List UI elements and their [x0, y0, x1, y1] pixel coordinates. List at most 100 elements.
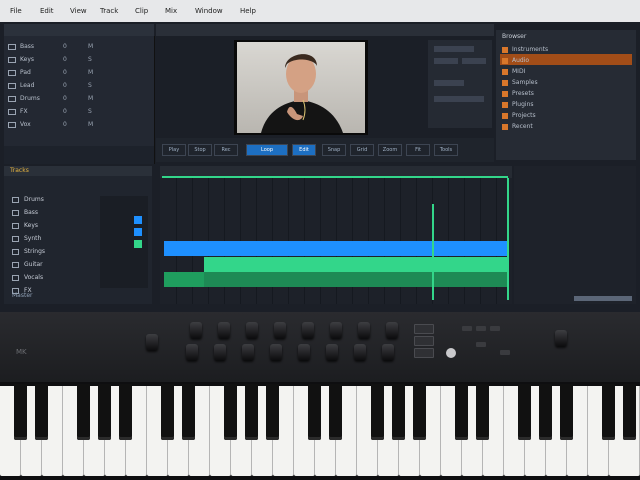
fader-cap[interactable]	[298, 344, 310, 360]
clip-green-track[interactable]	[204, 257, 508, 272]
menu-help[interactable]: Help	[240, 6, 256, 16]
black-key[interactable]	[77, 384, 90, 440]
black-key[interactable]	[371, 384, 384, 440]
track-header[interactable]: Synth	[12, 233, 102, 245]
transport-button[interactable]	[414, 336, 434, 346]
black-key[interactable]	[98, 384, 111, 440]
track-header[interactable]: Guitar	[12, 259, 102, 271]
black-key[interactable]	[455, 384, 468, 440]
small-button[interactable]	[500, 350, 510, 355]
fader-cap[interactable]	[242, 344, 254, 360]
black-key[interactable]	[518, 384, 531, 440]
inspector-row[interactable]: Keys 0 S	[8, 55, 148, 65]
black-key[interactable]	[560, 384, 573, 440]
inspector-row[interactable]: Pad 0 M	[8, 68, 148, 78]
browser-item-selected[interactable]: Audio	[500, 55, 630, 66]
menu-mix[interactable]: Mix	[165, 6, 177, 16]
black-key[interactable]	[161, 384, 174, 440]
track-header[interactable]: Strings	[12, 246, 102, 258]
black-key[interactable]	[308, 384, 321, 440]
black-key[interactable]	[224, 384, 237, 440]
stop-button[interactable]: Stop	[188, 144, 212, 156]
inspector-row[interactable]: Drums 0 M	[8, 94, 148, 104]
track-icon	[8, 83, 16, 89]
black-key[interactable]	[119, 384, 132, 440]
browser-item[interactable]: Recent	[500, 121, 630, 132]
fit-button[interactable]: Fit	[406, 144, 430, 156]
grid-button[interactable]: Grid	[350, 144, 374, 156]
zoom-button[interactable]: Zoom	[378, 144, 402, 156]
small-button[interactable]	[490, 326, 500, 331]
fader-cap[interactable]	[354, 344, 366, 360]
playhead[interactable]	[432, 204, 434, 300]
black-key[interactable]	[14, 384, 27, 440]
small-button[interactable]	[476, 326, 486, 331]
rotary-knob[interactable]	[274, 322, 286, 338]
track-header[interactable]: Keys	[12, 220, 102, 232]
clip-darkgreen-track[interactable]	[164, 272, 508, 287]
black-key[interactable]	[329, 384, 342, 440]
browser-item[interactable]: Samples	[500, 77, 630, 88]
loop-button[interactable]: Loop	[246, 144, 288, 156]
timeline-ruler[interactable]	[160, 166, 512, 178]
menu-window[interactable]: Window	[195, 6, 223, 16]
play-button[interactable]: Play	[162, 144, 186, 156]
loop-range[interactable]	[162, 176, 508, 178]
transport-button[interactable]	[414, 324, 434, 334]
black-key[interactable]	[476, 384, 489, 440]
fader-cap[interactable]	[214, 344, 226, 360]
fader-cap[interactable]	[186, 344, 198, 360]
black-key[interactable]	[266, 384, 279, 440]
inspector-row[interactable]: Vox 0 M	[8, 120, 148, 130]
menu-edit[interactable]: Edit	[40, 6, 54, 16]
clip-darkgreen-start[interactable]	[164, 272, 204, 287]
fader-cap[interactable]	[270, 344, 282, 360]
browser-item[interactable]: MIDI	[500, 66, 630, 77]
black-key[interactable]	[623, 384, 636, 440]
rotary-knob[interactable]	[358, 322, 370, 338]
black-key[interactable]	[35, 384, 48, 440]
inspector-row[interactable]: Bass 0 M	[8, 42, 148, 52]
menu-file[interactable]: File	[10, 6, 22, 16]
folder-icon	[502, 102, 508, 108]
small-button[interactable]	[462, 326, 472, 331]
pitch-knob[interactable]	[146, 334, 158, 350]
browser-item[interactable]: Presets	[500, 88, 630, 99]
encoder-knob[interactable]	[555, 330, 567, 346]
snap-button[interactable]: Snap	[322, 144, 346, 156]
black-key[interactable]	[602, 384, 615, 440]
round-button[interactable]	[446, 348, 456, 358]
tools-button[interactable]: Tools	[434, 144, 458, 156]
transport-button[interactable]	[414, 348, 434, 358]
black-key[interactable]	[182, 384, 195, 440]
rotary-knob[interactable]	[246, 322, 258, 338]
rotary-knob[interactable]	[218, 322, 230, 338]
track-header[interactable]: Bass	[12, 207, 102, 219]
inspector-row[interactable]: FX 0 S	[8, 107, 148, 117]
loop-end-marker[interactable]	[507, 178, 509, 300]
black-key[interactable]	[245, 384, 258, 440]
track-header[interactable]: Drums	[12, 194, 102, 206]
edit-button[interactable]: Edit	[292, 144, 316, 156]
small-button[interactable]	[476, 342, 486, 347]
black-key[interactable]	[392, 384, 405, 440]
fader-cap[interactable]	[382, 344, 394, 360]
record-button[interactable]: Rec	[214, 144, 238, 156]
menu-view[interactable]: View	[70, 6, 87, 16]
browser-item[interactable]: Projects	[500, 110, 630, 121]
rotary-knob[interactable]	[386, 322, 398, 338]
rotary-knob[interactable]	[190, 322, 202, 338]
inspector-row[interactable]: Lead 0 S	[8, 81, 148, 91]
browser-item[interactable]: Instruments	[500, 44, 630, 55]
mixer-strip-column[interactable]	[100, 196, 148, 288]
track-header[interactable]: Vocals	[12, 272, 102, 284]
menu-clip[interactable]: Clip	[135, 6, 148, 16]
fader-cap[interactable]	[326, 344, 338, 360]
black-key[interactable]	[539, 384, 552, 440]
rotary-knob[interactable]	[302, 322, 314, 338]
browser-item[interactable]: Plugins	[500, 99, 630, 110]
menu-track[interactable]: Track	[100, 6, 118, 16]
black-key[interactable]	[413, 384, 426, 440]
clip-blue-track[interactable]	[164, 241, 508, 256]
rotary-knob[interactable]	[330, 322, 342, 338]
